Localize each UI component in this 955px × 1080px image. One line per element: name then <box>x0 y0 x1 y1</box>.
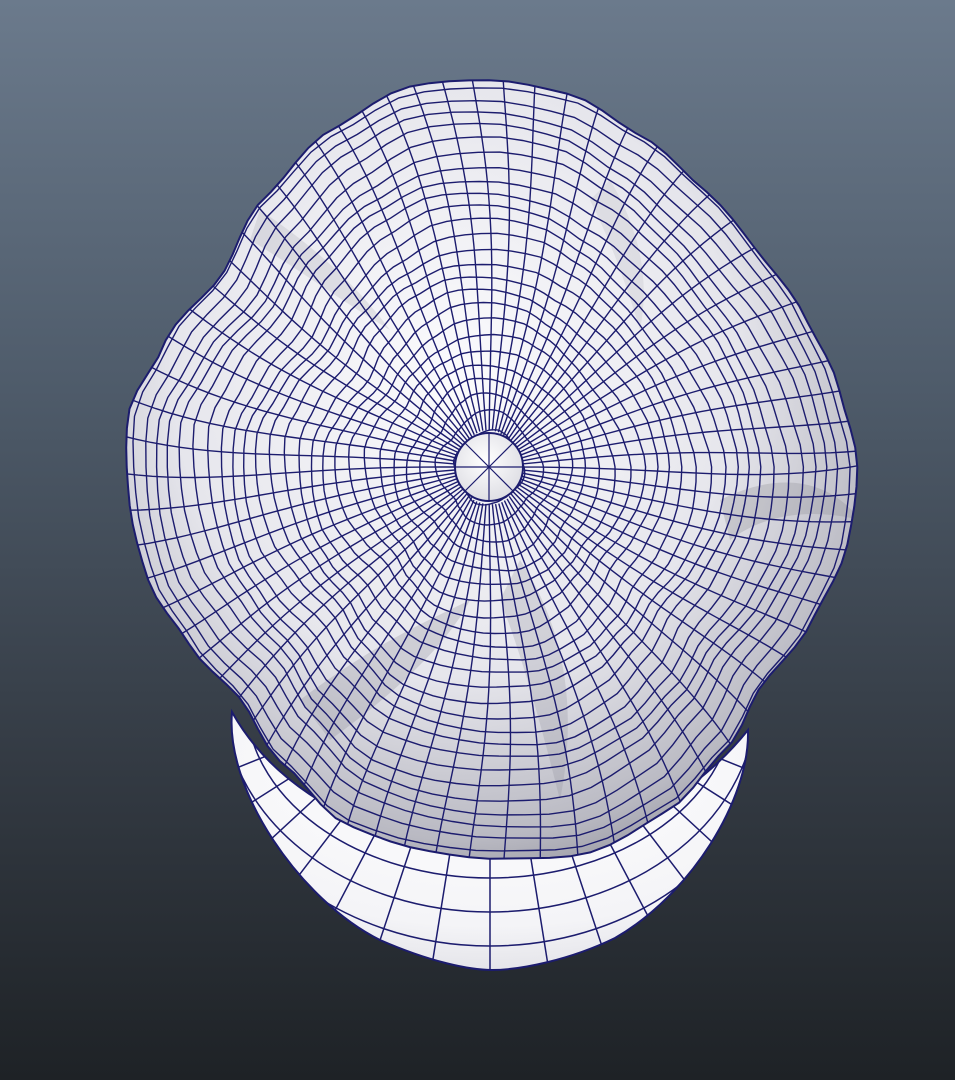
cap-top-button[interactable] <box>454 432 524 502</box>
button-wireframe <box>455 433 523 501</box>
maya-viewport-panel[interactable] <box>0 0 955 1080</box>
viewport-canvas[interactable] <box>0 0 955 1080</box>
